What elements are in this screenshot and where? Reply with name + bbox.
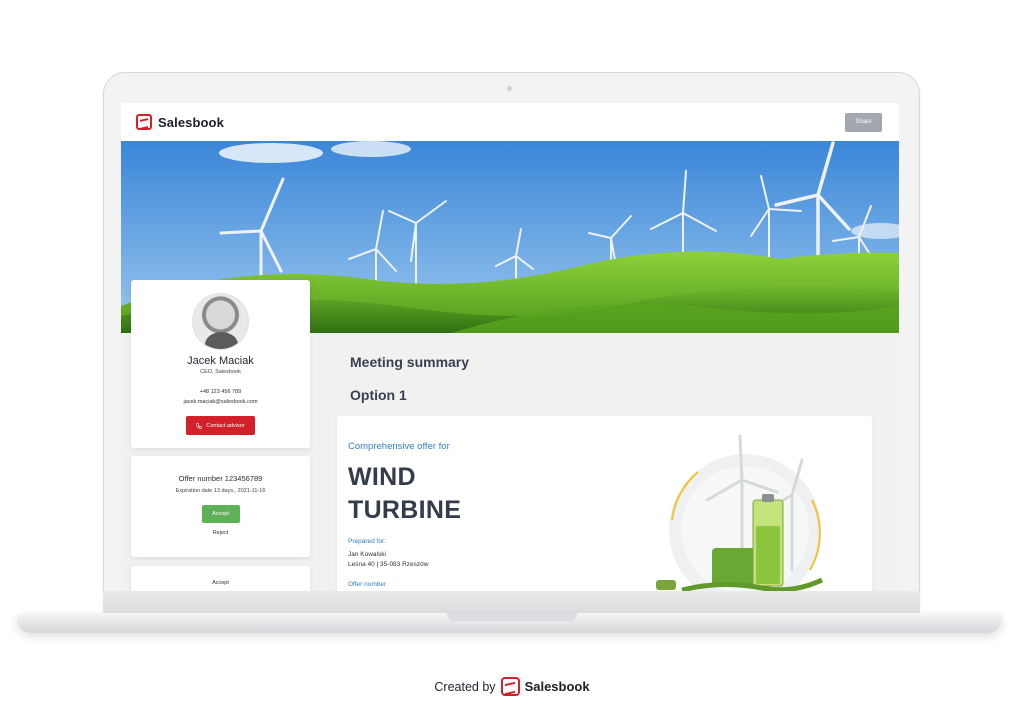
accept-card: Accept: [131, 566, 310, 591]
avatar: [192, 293, 249, 350]
laptop-screen: Salesbook Share Jacek Maciak CEO, Salesb…: [121, 103, 899, 591]
accept-button[interactable]: Accept: [201, 505, 240, 523]
brand-name: Salesbook: [158, 114, 224, 130]
advisor-role: CEO, Salesbook: [200, 369, 241, 375]
contact-advisor-label: Contact advisor: [206, 422, 245, 429]
headline-line-2: TURBINE: [348, 496, 462, 524]
offer-number: Offer number 123456789: [178, 474, 263, 483]
advisor-phone[interactable]: +48 123 456 789: [131, 389, 310, 395]
advisor-email[interactable]: jacek.maciak@salesbook.com: [131, 399, 310, 405]
offer-expiration: Expiration date 13 days,, 2021-11-16: [175, 488, 266, 494]
footer-brand: Salesbook: [524, 679, 590, 694]
contact-advisor-button[interactable]: Contact advisor: [186, 416, 255, 435]
headline-line-1: WIND: [348, 463, 416, 491]
offer-card: Offer number 123456789 Expiration date 1…: [131, 456, 310, 557]
reject-link[interactable]: Reject: [131, 530, 310, 536]
created-by-text: Created by: [434, 679, 496, 694]
phone-icon: [196, 422, 203, 429]
advisor-card: Jacek Maciak CEO, Salesbook +48 123 456 …: [131, 280, 310, 448]
brand[interactable]: Salesbook: [136, 114, 224, 130]
offer-panel: Comprehensive offer for WIND TURBINE Pre…: [337, 416, 872, 591]
offer-number-label: Offer number: [348, 581, 387, 588]
salesbook-logo-icon: [500, 677, 520, 696]
accept-card-label[interactable]: Accept: [131, 580, 310, 586]
prepared-for-label: Prepared for:: [348, 538, 386, 545]
laptop-camera: [507, 86, 512, 91]
footer: Created by Salesbook: [0, 677, 1024, 696]
share-button[interactable]: Share: [845, 112, 882, 132]
offer-for-label: Comprehensive offer for: [348, 441, 450, 452]
meeting-summary-title: Meeting summary: [350, 354, 470, 370]
wind-battery-illustration: [656, 434, 824, 591]
laptop-notch: [447, 613, 577, 621]
option-title: Option 1: [350, 387, 407, 403]
advisor-name: Jacek Maciak: [187, 355, 254, 367]
page: Salesbook Share Jacek Maciak CEO, Salesb…: [0, 0, 1024, 706]
salesbook-logo-icon: [136, 114, 152, 130]
app-header: Salesbook Share: [121, 103, 899, 141]
offer-headline: WIND TURBINE: [348, 461, 461, 527]
client-name: Jan Kowalski: [348, 551, 386, 558]
client-address: Leśna 40 | 35-083 Rzeszów: [348, 561, 429, 568]
